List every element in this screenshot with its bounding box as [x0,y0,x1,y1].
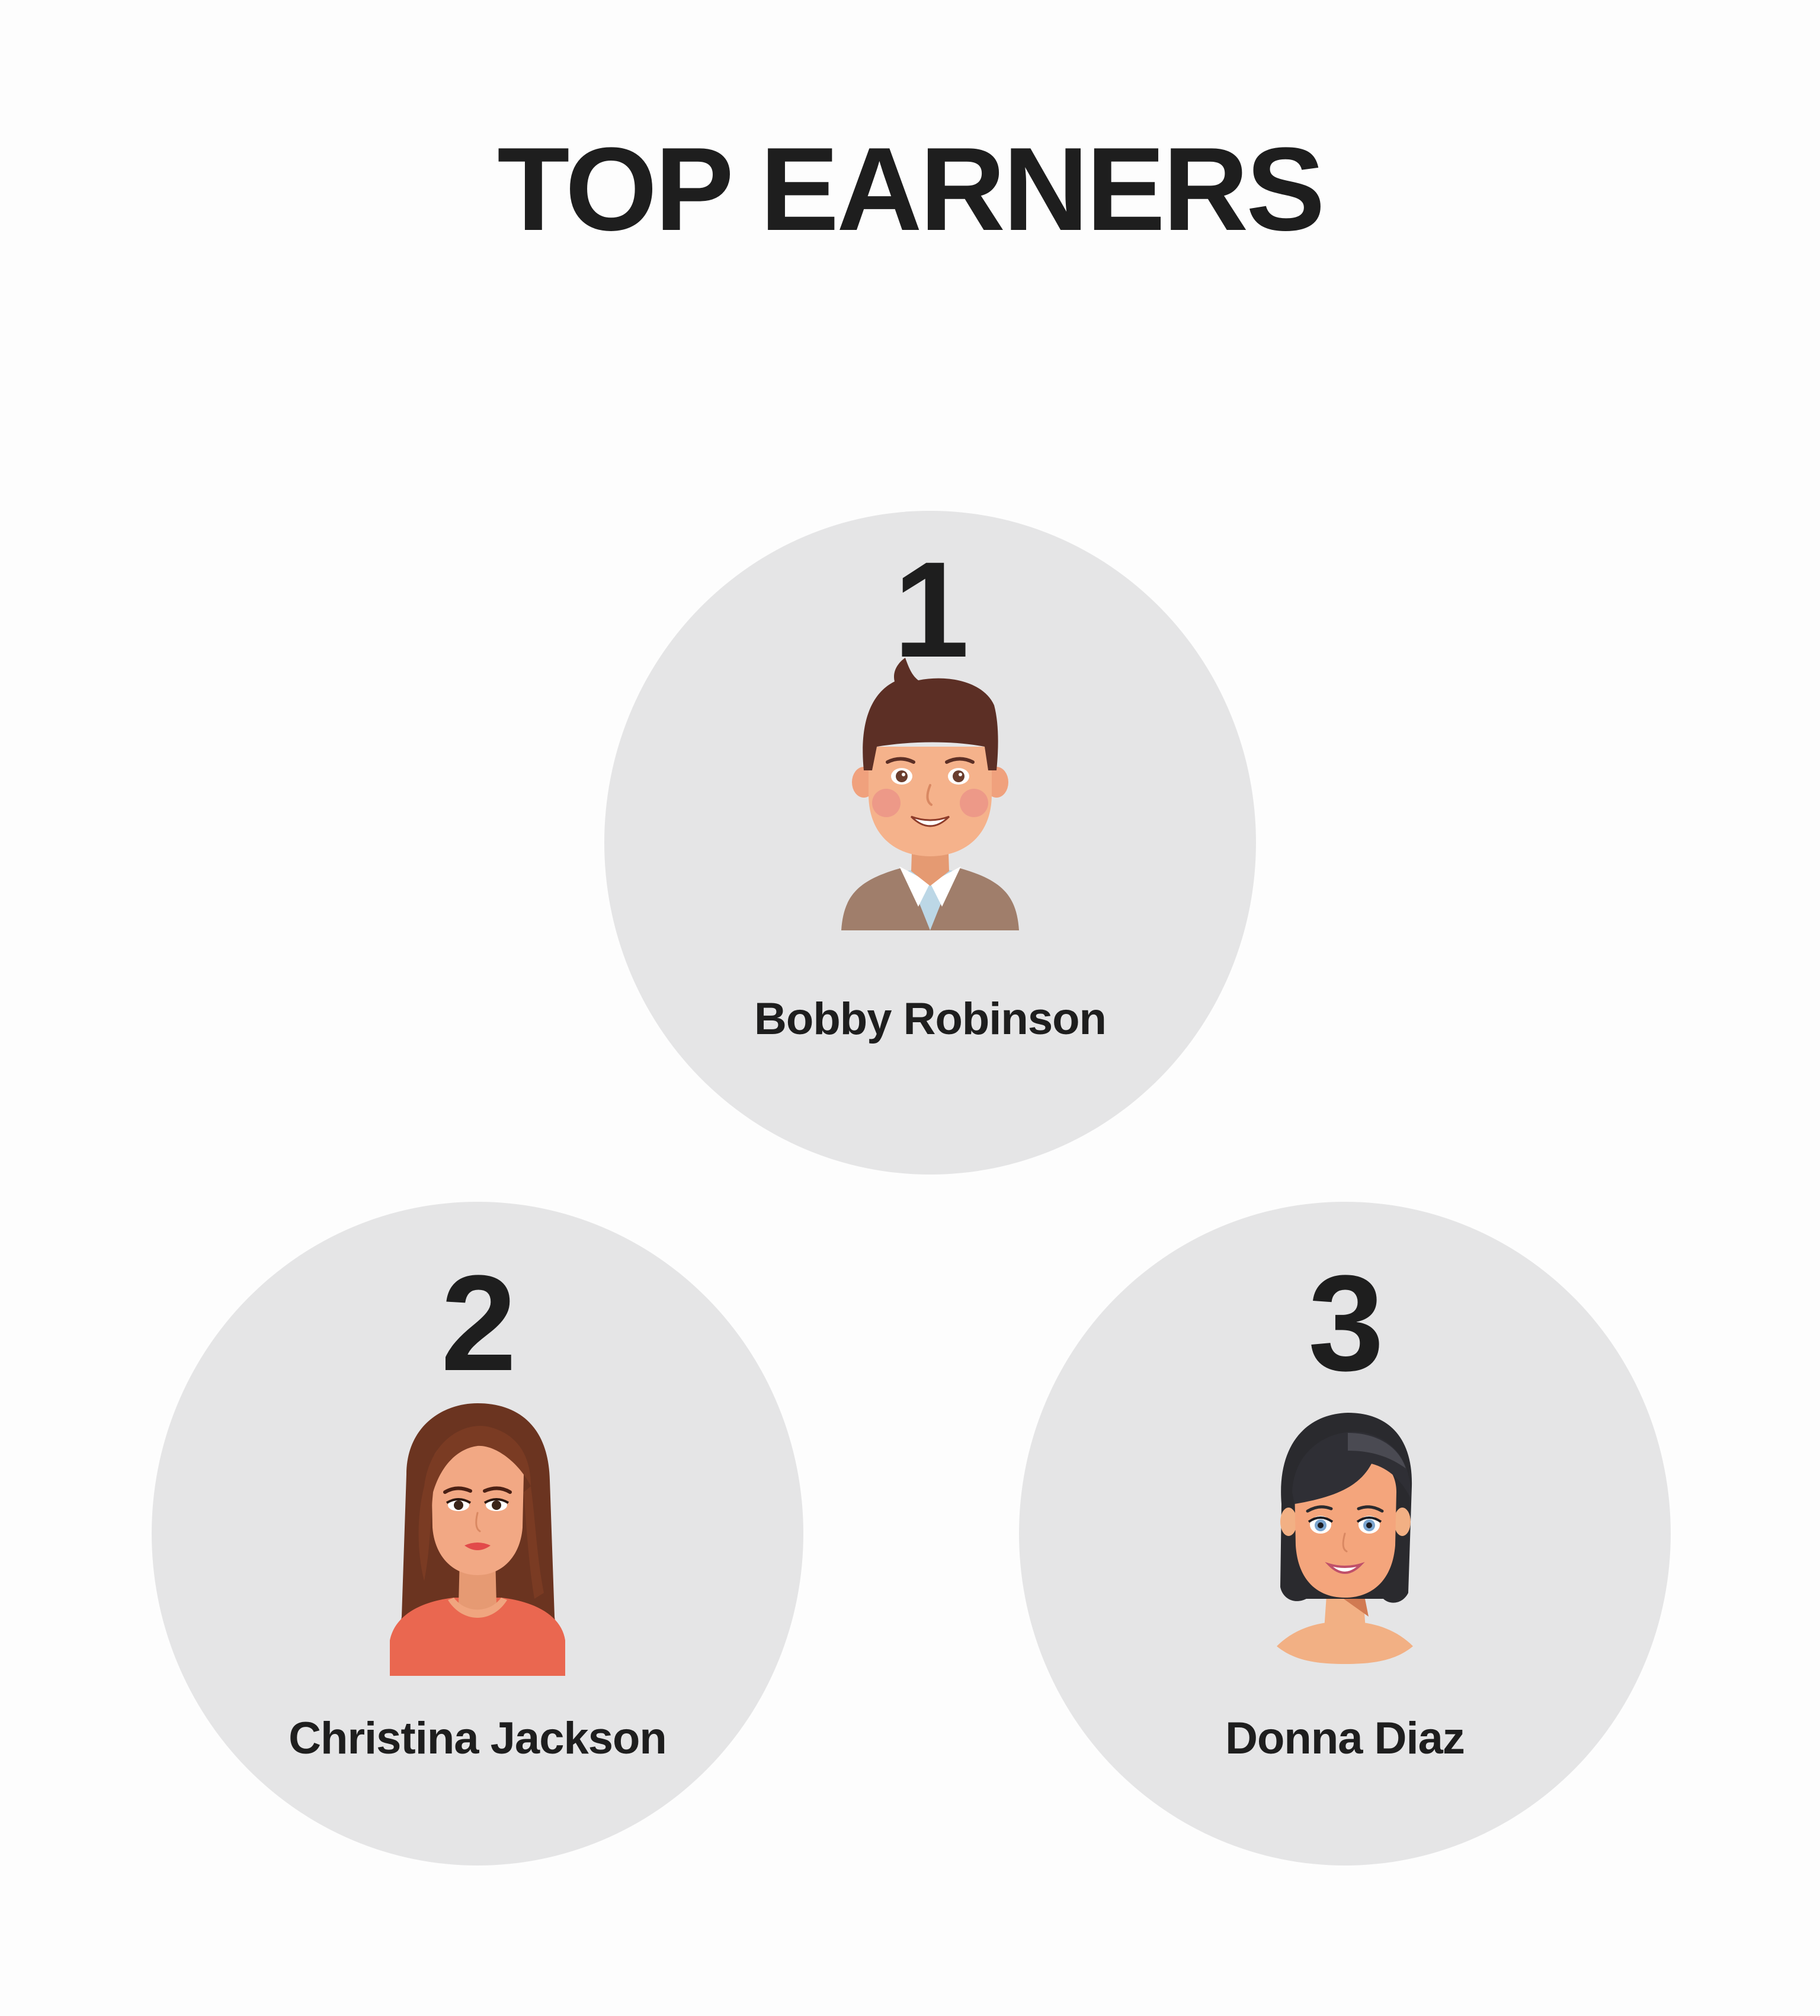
female-short-hair-avatar-icon [1277,1413,1413,1664]
rank-number: 3 [1308,1247,1384,1399]
earner-card-3[interactable]: 3 Donna Diaz [1019,1202,1671,1865]
earner-name: Christina Jackson [289,1713,667,1764]
page-title: TOP EARNERS [497,123,1325,255]
earner-card-2[interactable]: 2 Christina Jackson [152,1202,803,1865]
rank-number: 2 [441,1247,517,1399]
male-avatar-icon [841,658,1019,930]
earner-name: Bobby Robinson [754,994,1107,1044]
earner-card-1[interactable]: 1 Bobby Robinson [604,511,1256,1175]
earner-name: Donna Diaz [1225,1713,1465,1764]
female-long-hair-avatar-icon [390,1403,565,1676]
